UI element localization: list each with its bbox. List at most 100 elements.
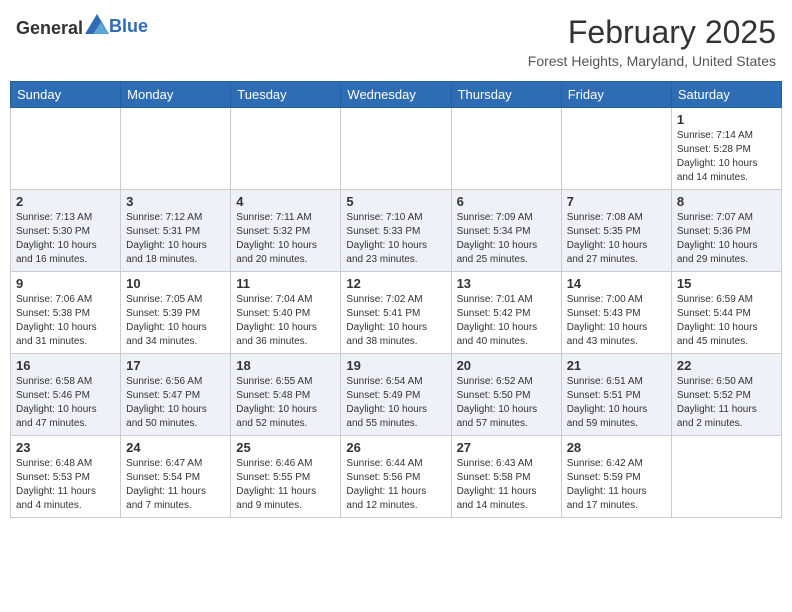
calendar-cell: 27 Sunrise: 6:43 AMSunset: 5:58 PMDayligh… [451, 436, 561, 518]
day-info: Sunrise: 6:58 AMSunset: 5:46 PMDaylight:… [16, 375, 115, 431]
calendar-cell: 2Sunrise: 7:13 AMSunset: 5:30 PMDaylight… [11, 190, 121, 272]
day-number: 21 [567, 358, 666, 373]
calendar-week-row: 1Sunrise: 7:14 AMSunset: 5:28 PMDaylight… [11, 108, 782, 190]
calendar-cell [341, 108, 451, 190]
day-info: Sunrise: 6:54 AMSunset: 5:49 PMDaylight:… [346, 375, 445, 431]
day-info: Sunrise: 7:08 AMSunset: 5:35 PMDaylight:… [567, 211, 666, 267]
day-number: 16 [16, 358, 115, 373]
calendar-cell: 7 Sunrise: 7:08 AMSunset: 5:35 PMDaylight… [561, 190, 671, 272]
title-area: February 2025 Forest Heights, Maryland, … [528, 14, 776, 69]
calendar-cell: 16 Sunrise: 6:58 AMSunset: 5:46 PMDayligh… [11, 354, 121, 436]
calendar-cell: 26Sunrise: 6:44 AMSunset: 5:56 PMDayligh… [341, 436, 451, 518]
logo-general: General [16, 18, 83, 38]
calendar-cell: 14 Sunrise: 7:00 AMSunset: 5:43 PMDayligh… [561, 272, 671, 354]
logo-icon [85, 14, 109, 34]
day-info: Sunrise: 7:10 AMSunset: 5:33 PMDaylight:… [346, 211, 445, 267]
day-info: Sunrise: 6:56 AMSunset: 5:47 PMDaylight:… [126, 375, 225, 431]
day-number: 25 [236, 440, 335, 455]
calendar-cell: 9 Sunrise: 7:06 AMSunset: 5:38 PMDaylight… [11, 272, 121, 354]
day-number: 11 [236, 276, 335, 291]
day-number: 24 [126, 440, 225, 455]
day-number: 4 [236, 194, 335, 209]
day-number: 7 [567, 194, 666, 209]
page-header: General Blue February 2025 Forest Height… [10, 10, 782, 73]
day-info: Sunrise: 6:52 AMSunset: 5:50 PMDaylight:… [457, 375, 556, 431]
day-number: 23 [16, 440, 115, 455]
day-info: Sunrise: 7:12 AMSunset: 5:31 PMDaylight:… [126, 211, 225, 267]
day-info: Sunrise: 7:06 AMSunset: 5:38 PMDaylight:… [16, 293, 115, 349]
day-info: Sunrise: 6:43 AMSunset: 5:58 PMDaylight:… [457, 457, 556, 513]
calendar-cell: 17 Sunrise: 6:56 AMSunset: 5:47 PMDayligh… [121, 354, 231, 436]
calendar-cell: 23 Sunrise: 6:48 AMSunset: 5:53 PMDayligh… [11, 436, 121, 518]
day-number: 1 [677, 112, 776, 127]
calendar-cell: 28 Sunrise: 6:42 AMSunset: 5:59 PMDayligh… [561, 436, 671, 518]
day-info: Sunrise: 6:46 AMSunset: 5:55 PMDaylight:… [236, 457, 335, 513]
calendar-cell: 25 Sunrise: 6:46 AMSunset: 5:55 PMDayligh… [231, 436, 341, 518]
day-info: Sunrise: 6:59 AMSunset: 5:44 PMDaylight:… [677, 293, 776, 349]
calendar-week-row: 23 Sunrise: 6:48 AMSunset: 5:53 PMDayligh… [11, 436, 782, 518]
day-number: 6 [457, 194, 556, 209]
day-of-week-header: Wednesday [341, 82, 451, 108]
day-number: 18 [236, 358, 335, 373]
location-title: Forest Heights, Maryland, United States [528, 53, 776, 69]
day-number: 10 [126, 276, 225, 291]
day-info: Sunrise: 6:42 AMSunset: 5:59 PMDaylight:… [567, 457, 666, 513]
day-number: 14 [567, 276, 666, 291]
day-info: Sunrise: 7:00 AMSunset: 5:43 PMDaylight:… [567, 293, 666, 349]
calendar-cell: 22Sunrise: 6:50 AMSunset: 5:52 PMDayligh… [671, 354, 781, 436]
day-of-week-header: Thursday [451, 82, 561, 108]
day-number: 12 [346, 276, 445, 291]
day-of-week-header: Sunday [11, 82, 121, 108]
day-of-week-header: Monday [121, 82, 231, 108]
day-number: 13 [457, 276, 556, 291]
calendar-cell [671, 436, 781, 518]
logo: General Blue [16, 14, 148, 39]
calendar-cell [11, 108, 121, 190]
calendar-cell: 19 Sunrise: 6:54 AMSunset: 5:49 PMDayligh… [341, 354, 451, 436]
day-number: 9 [16, 276, 115, 291]
calendar-cell: 15 Sunrise: 6:59 AMSunset: 5:44 PMDayligh… [671, 272, 781, 354]
calendar-cell: 4 Sunrise: 7:11 AMSunset: 5:32 PMDaylight… [231, 190, 341, 272]
day-info: Sunrise: 7:07 AMSunset: 5:36 PMDaylight:… [677, 211, 776, 267]
day-info: Sunrise: 7:04 AMSunset: 5:40 PMDaylight:… [236, 293, 335, 349]
calendar-cell [231, 108, 341, 190]
calendar-cell: 24Sunrise: 6:47 AMSunset: 5:54 PMDayligh… [121, 436, 231, 518]
month-title: February 2025 [528, 14, 776, 51]
calendar-cell [561, 108, 671, 190]
calendar-cell [121, 108, 231, 190]
day-number: 28 [567, 440, 666, 455]
day-number: 27 [457, 440, 556, 455]
calendar-week-row: 16 Sunrise: 6:58 AMSunset: 5:46 PMDayligh… [11, 354, 782, 436]
calendar-cell: 18 Sunrise: 6:55 AMSunset: 5:48 PMDayligh… [231, 354, 341, 436]
day-number: 15 [677, 276, 776, 291]
calendar-cell: 3 Sunrise: 7:12 AMSunset: 5:31 PMDaylight… [121, 190, 231, 272]
day-info: Sunrise: 7:11 AMSunset: 5:32 PMDaylight:… [236, 211, 335, 267]
calendar-cell: 1Sunrise: 7:14 AMSunset: 5:28 PMDaylight… [671, 108, 781, 190]
day-of-week-header: Tuesday [231, 82, 341, 108]
day-number: 22 [677, 358, 776, 373]
calendar-week-row: 9 Sunrise: 7:06 AMSunset: 5:38 PMDaylight… [11, 272, 782, 354]
day-number: 3 [126, 194, 225, 209]
calendar-header-row: SundayMondayTuesdayWednesdayThursdayFrid… [11, 82, 782, 108]
day-info: Sunrise: 6:55 AMSunset: 5:48 PMDaylight:… [236, 375, 335, 431]
day-of-week-header: Saturday [671, 82, 781, 108]
day-number: 19 [346, 358, 445, 373]
day-info: Sunrise: 6:48 AMSunset: 5:53 PMDaylight:… [16, 457, 115, 513]
day-of-week-header: Friday [561, 82, 671, 108]
day-info: Sunrise: 7:05 AMSunset: 5:39 PMDaylight:… [126, 293, 225, 349]
calendar-cell: 20 Sunrise: 6:52 AMSunset: 5:50 PMDayligh… [451, 354, 561, 436]
day-number: 5 [346, 194, 445, 209]
day-number: 17 [126, 358, 225, 373]
calendar-cell: 8Sunrise: 7:07 AMSunset: 5:36 PMDaylight… [671, 190, 781, 272]
calendar-cell: 11 Sunrise: 7:04 AMSunset: 5:40 PMDayligh… [231, 272, 341, 354]
calendar-table: SundayMondayTuesdayWednesdayThursdayFrid… [10, 81, 782, 518]
day-number: 20 [457, 358, 556, 373]
calendar-cell: 5 Sunrise: 7:10 AMSunset: 5:33 PMDaylight… [341, 190, 451, 272]
day-info: Sunrise: 6:51 AMSunset: 5:51 PMDaylight:… [567, 375, 666, 431]
day-info: Sunrise: 7:09 AMSunset: 5:34 PMDaylight:… [457, 211, 556, 267]
day-info: Sunrise: 7:02 AMSunset: 5:41 PMDaylight:… [346, 293, 445, 349]
calendar-cell: 21 Sunrise: 6:51 AMSunset: 5:51 PMDayligh… [561, 354, 671, 436]
calendar-cell [451, 108, 561, 190]
calendar-cell: 10 Sunrise: 7:05 AMSunset: 5:39 PMDayligh… [121, 272, 231, 354]
day-number: 26 [346, 440, 445, 455]
